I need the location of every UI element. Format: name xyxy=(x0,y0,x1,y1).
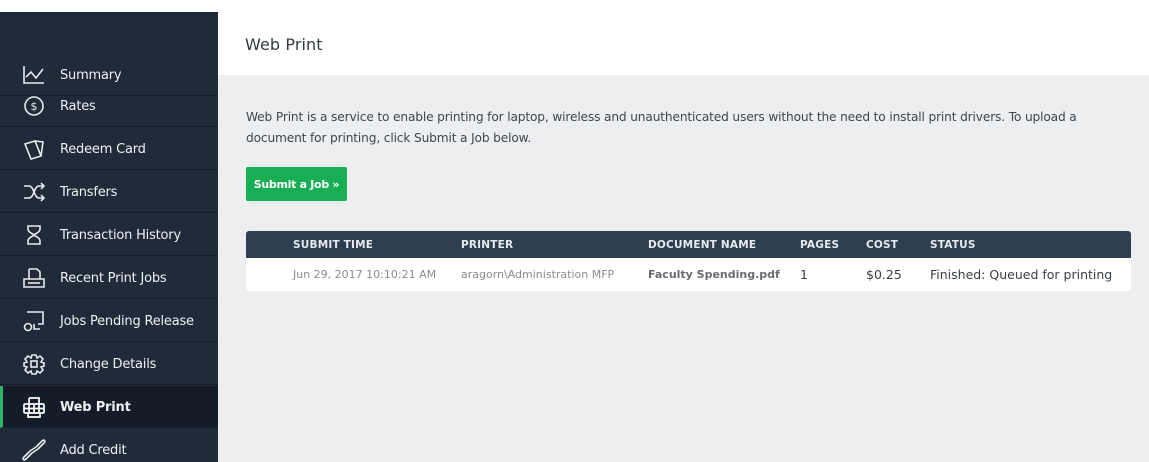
intro-text: Web Print is a service to enable printin… xyxy=(246,107,1126,149)
sidebar-item-web-print[interactable]: Web Print xyxy=(0,386,218,428)
sidebar-item-label: Summary xyxy=(60,68,122,83)
content-panel: Web Print is a service to enable printin… xyxy=(218,75,1149,462)
sidebar-item-label: Transfers xyxy=(60,185,118,200)
intro-line: document for printing, click Submit a Jo… xyxy=(246,131,532,145)
print-jobs-table: SUBMIT TIME PRINTER DOCUMENT NAME PAGES … xyxy=(246,231,1131,291)
sidebar-item-label: Rates xyxy=(60,99,96,114)
column-header-document-name[interactable]: DOCUMENT NAME xyxy=(648,239,756,251)
sidebar-item-label: Redeem Card xyxy=(60,142,146,157)
column-header-status[interactable]: STATUS xyxy=(930,239,976,251)
cards-icon xyxy=(22,138,46,160)
intro-line: Web Print is a service to enable printin… xyxy=(246,110,1077,124)
column-header-pages[interactable]: PAGES xyxy=(800,239,839,251)
page-title: Web Print xyxy=(245,35,323,54)
sidebar-item-label: Add Credit xyxy=(60,443,127,458)
sidebar-item-transfers[interactable]: Transfers xyxy=(0,171,218,213)
dollar-circle-icon: $ xyxy=(22,95,46,117)
cell-pages: 1 xyxy=(800,267,808,282)
cell-document-name[interactable]: Faculty Spending.pdf xyxy=(648,268,780,281)
print-tray-icon xyxy=(22,267,46,289)
page-header: Web Print xyxy=(218,0,1149,75)
web-printer-icon xyxy=(22,396,46,418)
column-header-cost[interactable]: COST xyxy=(866,239,898,251)
link-icon xyxy=(22,439,46,461)
sidebar-item-label: Jobs Pending Release xyxy=(60,314,194,329)
submit-job-button[interactable]: Submit a Job » xyxy=(246,167,347,201)
sidebar-item-label: Recent Print Jobs xyxy=(60,271,167,286)
sidebar-item-change-details[interactable]: Change Details xyxy=(0,343,218,385)
sidebar-item-transaction-history[interactable]: Transaction History xyxy=(0,214,218,256)
table-row: Jun 29, 2017 10:10:21 AM aragorn\Adminis… xyxy=(246,258,1131,291)
cell-printer: aragorn\Administration MFP xyxy=(461,268,615,281)
column-header-printer[interactable]: PRINTER xyxy=(461,239,513,251)
sidebar-item-label: Change Details xyxy=(60,357,157,372)
sidebar-item-label: Transaction History xyxy=(60,228,181,243)
hourglass-icon xyxy=(22,224,46,246)
sidebar-item-redeem-card[interactable]: Redeem Card xyxy=(0,128,218,170)
shuffle-icon xyxy=(22,181,46,203)
sidebar-item-add-credit[interactable]: Add Credit xyxy=(0,429,218,462)
sidebar-item-jobs-pending-release[interactable]: Jobs Pending Release xyxy=(0,300,218,342)
sidebar: Summary $ Rates Redeem Card Transfers Tr… xyxy=(0,12,218,462)
cell-cost: $0.25 xyxy=(866,267,902,282)
pending-release-icon xyxy=(22,310,46,332)
line-chart-icon xyxy=(22,64,46,86)
sidebar-item-label: Web Print xyxy=(60,400,131,415)
gear-icon xyxy=(22,353,46,375)
table-header: SUBMIT TIME PRINTER DOCUMENT NAME PAGES … xyxy=(246,231,1131,258)
main-area: Web Print Web Print is a service to enab… xyxy=(218,0,1149,462)
cell-status: Finished: Queued for printing xyxy=(930,267,1113,282)
cell-submit-time: Jun 29, 2017 10:10:21 AM xyxy=(293,268,437,281)
column-header-submit-time[interactable]: SUBMIT TIME xyxy=(293,239,373,251)
sidebar-item-rates[interactable]: $ Rates xyxy=(0,85,218,127)
sidebar-item-recent-print-jobs[interactable]: Recent Print Jobs xyxy=(0,257,218,299)
svg-text:$: $ xyxy=(31,100,38,113)
